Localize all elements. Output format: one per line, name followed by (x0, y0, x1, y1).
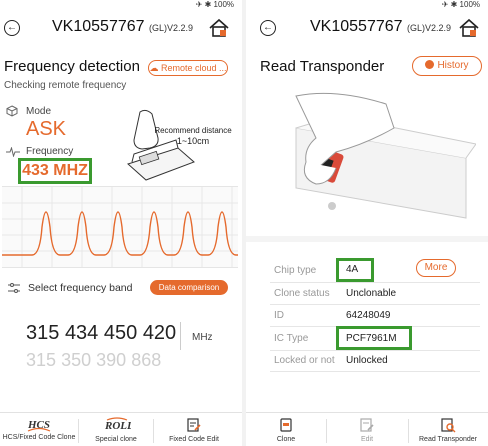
band-list-primary[interactable]: 315 434 450 420 (26, 322, 176, 345)
svg-text:ROLL: ROLL (104, 420, 131, 432)
back-button[interactable]: ← (4, 20, 20, 36)
band-option[interactable]: 434 (65, 322, 98, 344)
read-transponder-screen: ✈ ✱ 100% ← VK10557767 (GL)V2.2.9 Read Tr… (246, 0, 488, 446)
band-option[interactable]: 315 (26, 350, 56, 370)
page-title: Read Transponder (260, 58, 385, 75)
transponder-illustration-icon (295, 92, 476, 219)
frequency-detection-screen: ✈ ✱ 100% ← VK10557767 (GL)V2.2.9 Frequen… (0, 0, 242, 446)
nav-read-transponder-label: Read Transponder (419, 436, 477, 443)
row-divider (270, 350, 480, 351)
bottom-nav: HCS HCS/Fixed Code Clone ROLL Special cl… (0, 412, 242, 446)
id-label: ID (274, 310, 284, 321)
edit-icon (187, 418, 201, 432)
device-version: (GL)V2.2.9 (148, 23, 194, 33)
frequency-value: 433 MHZ (18, 158, 92, 184)
nav-clone-label: Clone (276, 436, 296, 443)
more-button[interactable]: More (416, 259, 456, 277)
unit-label: MHz (192, 332, 213, 343)
device-id: VK10557767 (310, 18, 403, 35)
ic-type-value: PCF7961M (346, 333, 397, 344)
page-subtitle: Checking remote frequency (4, 80, 127, 91)
device-version: (GL)V2.2.9 (406, 23, 452, 33)
band-option[interactable]: 450 (104, 322, 137, 344)
clone-icon (280, 418, 292, 432)
band-option[interactable]: 420 (143, 322, 176, 344)
pulse-icon (6, 147, 20, 157)
title-bar: ← VK10557767 (GL)V2.2.9 (246, 14, 488, 44)
locked-label: Locked or not (274, 355, 335, 366)
recommend-label: Recommend distance (154, 126, 232, 135)
status-bar: ✈ ✱ 100% (195, 0, 234, 9)
nav-edit-label: Edit (360, 436, 374, 443)
row-divider (270, 371, 480, 372)
hcs-logo-icon: HCS (27, 419, 51, 432)
nav-fixed-code-edit-label: Fixed Code Edit (169, 436, 219, 443)
band-option[interactable]: 868 (131, 350, 161, 370)
nav-hcs-clone-label: HCS/Fixed Code Clone (2, 434, 76, 441)
page-title: Frequency detection (4, 58, 140, 75)
band-option[interactable]: 315 (26, 322, 59, 344)
chip-type-value: 4A (346, 264, 359, 275)
roll-logo-icon: ROLL (104, 417, 131, 432)
band-option[interactable]: 350 (61, 350, 91, 370)
select-band-label: Select frequency band (28, 282, 133, 294)
history-button[interactable]: History (412, 56, 482, 76)
id-value: 64248049 (346, 310, 391, 321)
frequency-label: Frequency (26, 146, 74, 157)
clock-icon (425, 60, 435, 69)
clone-status-value: Unclonable (346, 288, 397, 299)
section-divider (246, 236, 488, 242)
history-label: History (437, 60, 469, 71)
waveform-display (2, 186, 238, 268)
mode-value: ASK (26, 118, 67, 140)
recommend-value: 1~10cm (176, 136, 210, 146)
band-divider (180, 322, 181, 350)
home-icon[interactable] (458, 17, 480, 39)
waveform-line (2, 211, 238, 256)
device-id: VK10557767 (52, 18, 145, 35)
more-label: More (424, 262, 448, 273)
waveform-graph (2, 187, 238, 267)
remote-cloud-button[interactable]: ☁ Remote cloud ... (148, 60, 228, 76)
nav-clone[interactable]: Clone (246, 413, 326, 446)
row-divider (270, 282, 480, 283)
band-list-secondary[interactable]: 315 350 390 868 (26, 350, 161, 371)
nav-special-clone[interactable]: ROLL Special clone (79, 413, 153, 446)
ic-type-label: IC Type (274, 333, 309, 344)
read-transponder-icon (441, 418, 456, 433)
nav-read-transponder[interactable]: Read Transponder (408, 413, 488, 446)
locked-value: Unlocked (346, 355, 388, 366)
row-divider (270, 304, 480, 305)
back-button[interactable]: ← (260, 20, 276, 36)
data-comparison-label: Data comparison (158, 283, 220, 292)
nav-hcs-clone[interactable]: HCS HCS/Fixed Code Clone (0, 413, 78, 446)
remote-cloud-label: Remote cloud ... (160, 63, 227, 73)
device-title: VK10557767 (GL)V2.2.9 (52, 18, 193, 36)
home-icon[interactable] (208, 17, 230, 39)
sliders-icon (8, 283, 20, 293)
clone-status-label: Clone status (274, 288, 330, 299)
bottom-nav: Clone Edit Read Transponder (246, 412, 488, 446)
data-comparison-button[interactable]: Data comparison (150, 280, 228, 295)
band-option[interactable]: 390 (96, 350, 126, 370)
device-title: VK10557767 (GL)V2.2.9 (310, 18, 451, 36)
cube-icon (6, 105, 18, 117)
title-bar: ← VK10557767 (GL)V2.2.9 (0, 14, 242, 44)
mode-label: Mode (26, 106, 52, 117)
nav-fixed-code-edit[interactable]: Fixed Code Edit (154, 413, 234, 446)
nav-edit[interactable]: Edit (327, 413, 407, 446)
cloud-icon: ☁ (149, 63, 161, 73)
nav-special-clone-label: Special clone (95, 436, 137, 443)
edit-icon (360, 418, 374, 432)
recommend-distance: Recommend distance 1~10cm (150, 126, 236, 146)
status-bar: ✈ ✱ 100% (441, 0, 480, 9)
chip-type-label: Chip type (274, 265, 317, 276)
